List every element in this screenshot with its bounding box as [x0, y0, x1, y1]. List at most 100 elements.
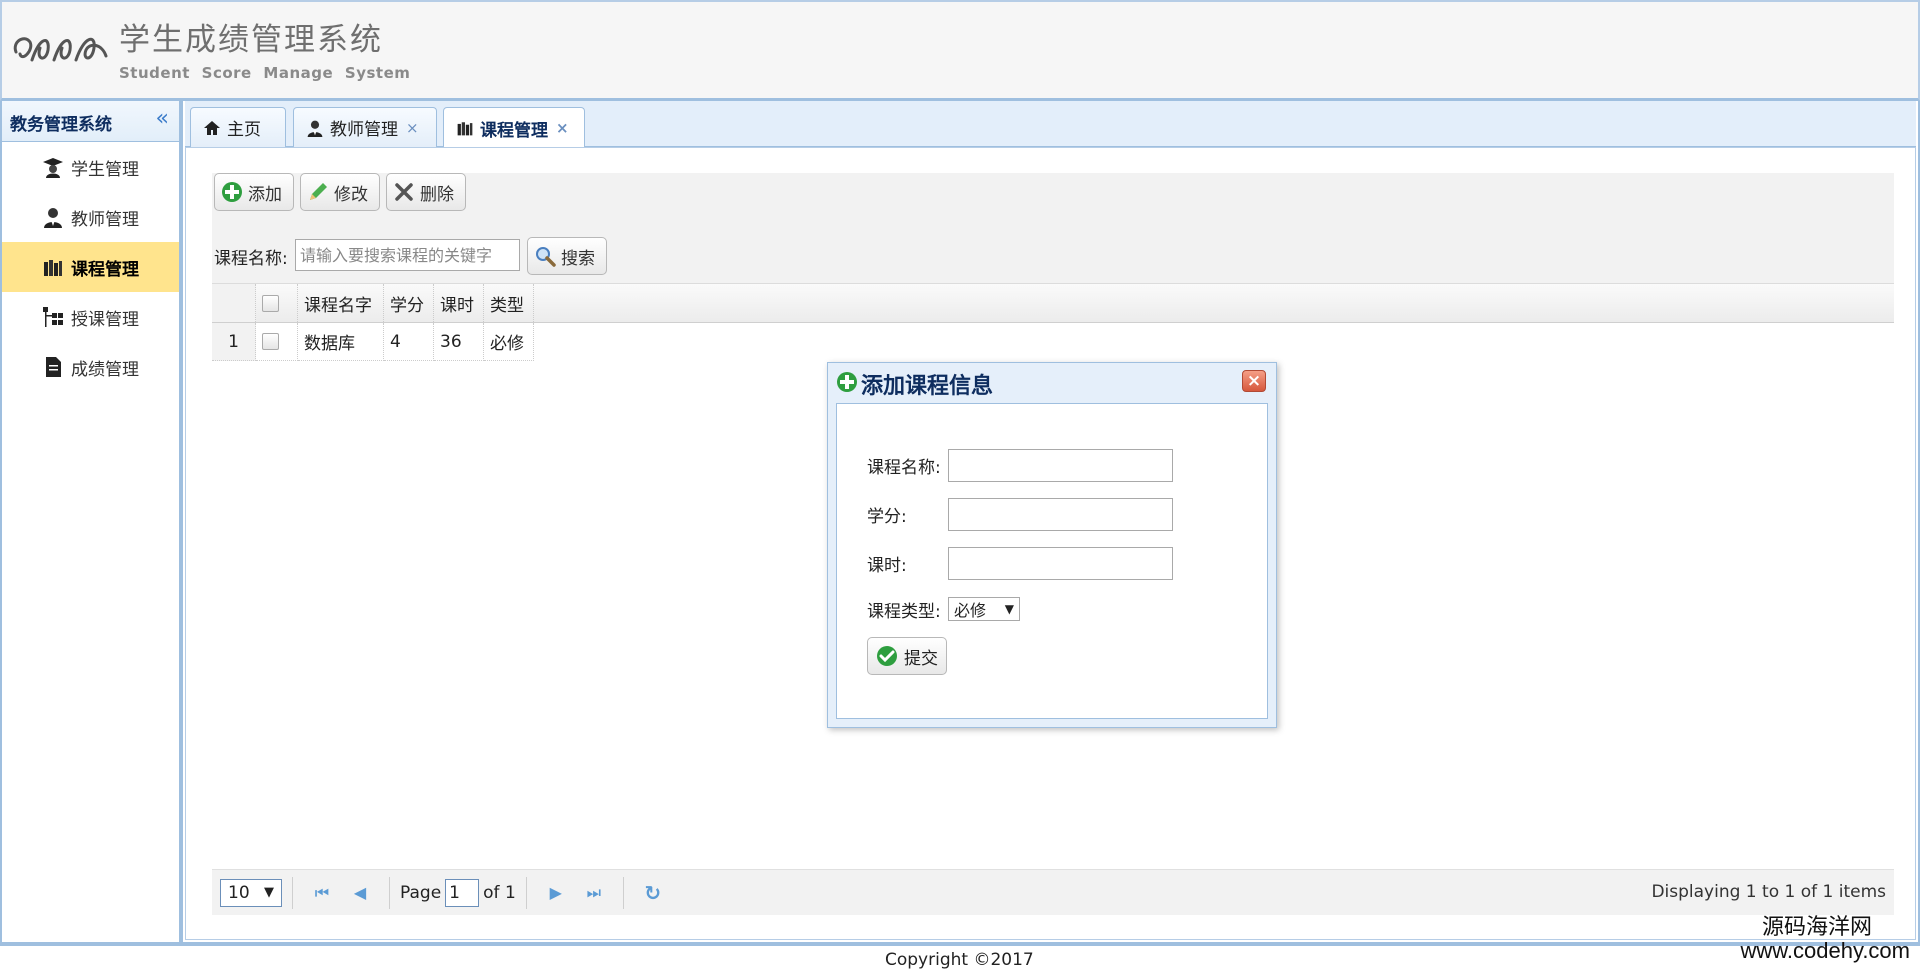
pager-separator: [292, 876, 293, 909]
sidebar-item-teacher[interactable]: 教师管理: [2, 192, 179, 242]
submit-button[interactable]: 提交: [867, 637, 947, 675]
books-icon: [457, 122, 473, 136]
tab-home[interactable]: 主页: [190, 107, 286, 147]
tab-course[interactable]: 课程管理 ×: [443, 107, 585, 148]
search-button[interactable]: 搜索: [527, 237, 607, 275]
add-label: 添加: [248, 184, 282, 205]
sidebar-header: 教务管理系统 «: [2, 101, 179, 142]
toolbar: 添加 修改 删除 课程名称: 请输入要搜索课程的关键字 搜索: [212, 173, 1894, 291]
course-name-label: 课程名称:: [867, 458, 941, 478]
app-title: 学生成绩管理系统: [119, 22, 383, 58]
delete-label: 删除: [420, 184, 454, 205]
sidebar-item-label: 授课管理: [71, 309, 139, 330]
prev-page-icon[interactable]: ◀: [349, 882, 371, 904]
first-page-icon[interactable]: ⏮: [311, 882, 333, 904]
row-number: 1: [212, 323, 256, 361]
app-header: 学生成绩管理系统 Student Score Manage System: [0, 0, 1920, 101]
add-icon: [222, 182, 242, 202]
tab-label: 教师管理: [330, 120, 398, 140]
table-row[interactable]: 1 数据库 4 36 必修: [212, 323, 1894, 361]
tab-bar: 主页 教师管理 × 课程管理 ×: [185, 101, 1916, 148]
column-header-hours[interactable]: 课时: [434, 284, 484, 322]
delete-button[interactable]: 删除: [386, 173, 466, 211]
credit-label: 学分:: [867, 507, 907, 527]
footer: Copyright ©2017: [0, 944, 1920, 974]
check-circle-icon: [877, 646, 897, 666]
rownum-header: [212, 284, 256, 322]
teacher-icon: [44, 208, 62, 228]
close-tab-icon[interactable]: ×: [406, 119, 419, 137]
pager-separator: [525, 876, 527, 909]
tab-teacher[interactable]: 教师管理 ×: [293, 107, 437, 147]
dialog-form: 课程名称: 学分: 课时: 课程类型: 必修 ▼ 提交: [836, 403, 1268, 719]
pager-separator: [389, 876, 390, 909]
pager-separator: [622, 876, 624, 909]
books-icon: [44, 260, 62, 276]
cell-credit: 4: [384, 323, 434, 361]
watermark-line2: www.codehy.com: [1740, 938, 1910, 963]
page-label: Page: [400, 882, 442, 903]
hierarchy-icon: [43, 307, 63, 327]
edit-button[interactable]: 修改: [300, 173, 380, 211]
pencil-icon: [310, 183, 327, 200]
add-icon: [837, 372, 857, 392]
row-select-cell: [256, 323, 298, 361]
dialog-header[interactable]: 添加课程信息 ×: [828, 363, 1276, 401]
column-header-name[interactable]: 课程名字: [298, 284, 384, 322]
add-course-dialog: 添加课程信息 × 课程名称: 学分: 课时: 课程类型: 必修 ▼ 提交: [827, 362, 1277, 728]
collapse-sidebar-icon[interactable]: «: [156, 108, 169, 130]
page-size-select[interactable]: 10 ▼: [220, 878, 282, 907]
cell-hours: 36: [434, 323, 484, 361]
page-number-input[interactable]: 1: [445, 878, 480, 907]
dialog-title: 添加课程信息: [861, 374, 994, 399]
row-checkbox[interactable]: [262, 333, 279, 350]
dropdown-arrow-icon: ▼: [264, 885, 274, 900]
dropdown-arrow-icon: ▼: [1004, 602, 1014, 616]
course-name-input[interactable]: [948, 449, 1173, 482]
sidebar-item-student[interactable]: 学生管理: [2, 142, 179, 192]
sidebar-item-label: 课程管理: [71, 259, 139, 280]
document-icon: [46, 357, 61, 377]
grid-header: 课程名字 学分 课时 类型: [212, 283, 1894, 323]
edit-label: 修改: [334, 184, 368, 205]
student-cap-icon: [43, 158, 63, 178]
column-header-credit[interactable]: 学分: [384, 284, 434, 322]
sidebar-item-teaching[interactable]: 授课管理: [2, 292, 179, 342]
pager-info: Displaying 1 to 1 of 1 items: [1651, 882, 1886, 902]
watermark: 源码海洋网 www.codehy.com: [1740, 915, 1910, 963]
add-button[interactable]: 添加: [214, 173, 294, 211]
search-label: 课程名称:: [214, 249, 288, 269]
search-icon: [536, 247, 556, 267]
course-type-value: 必修: [954, 601, 987, 620]
course-search-input[interactable]: [295, 239, 520, 271]
sidebar-title: 教务管理系统: [10, 115, 112, 135]
refresh-icon[interactable]: ↻: [642, 881, 664, 905]
home-icon: [204, 120, 220, 135]
tab-label: 课程管理: [480, 120, 548, 141]
last-page-icon[interactable]: ⏭: [583, 882, 605, 904]
sidebar: 教务管理系统 « 学生管理 教师管理 课程管理 授课管理 成绩管理: [0, 101, 181, 944]
watermark-line1: 源码海洋网: [1761, 914, 1872, 939]
course-type-label: 课程类型:: [867, 602, 941, 622]
sidebar-item-score[interactable]: 成绩管理: [2, 342, 179, 392]
page-of-label: of 1: [483, 882, 516, 903]
cell-course-name: 数据库: [298, 323, 384, 361]
select-all-cell: [256, 284, 298, 322]
sidebar-item-label: 学生管理: [71, 159, 139, 180]
delete-x-icon: [395, 183, 413, 201]
select-all-checkbox[interactable]: [262, 294, 279, 312]
credit-input[interactable]: [948, 498, 1173, 531]
close-icon[interactable]: ×: [1242, 370, 1266, 392]
hours-input[interactable]: [948, 547, 1173, 580]
next-page-icon[interactable]: ▶: [545, 882, 567, 904]
search-button-label: 搜索: [561, 248, 595, 269]
column-header-type[interactable]: 类型: [484, 284, 534, 322]
hours-label: 课时:: [867, 556, 907, 576]
sidebar-item-course[interactable]: 课程管理: [2, 242, 179, 292]
tab-label: 主页: [227, 120, 261, 140]
close-tab-icon[interactable]: ×: [556, 119, 569, 137]
app-subtitle: Student Score Manage System: [119, 64, 411, 82]
page-size-value: 10: [228, 882, 250, 903]
course-type-select[interactable]: 必修 ▼: [948, 597, 1020, 621]
course-datagrid: 课程名字 学分 课时 类型 1 数据库 4 36 必修: [212, 283, 1894, 361]
